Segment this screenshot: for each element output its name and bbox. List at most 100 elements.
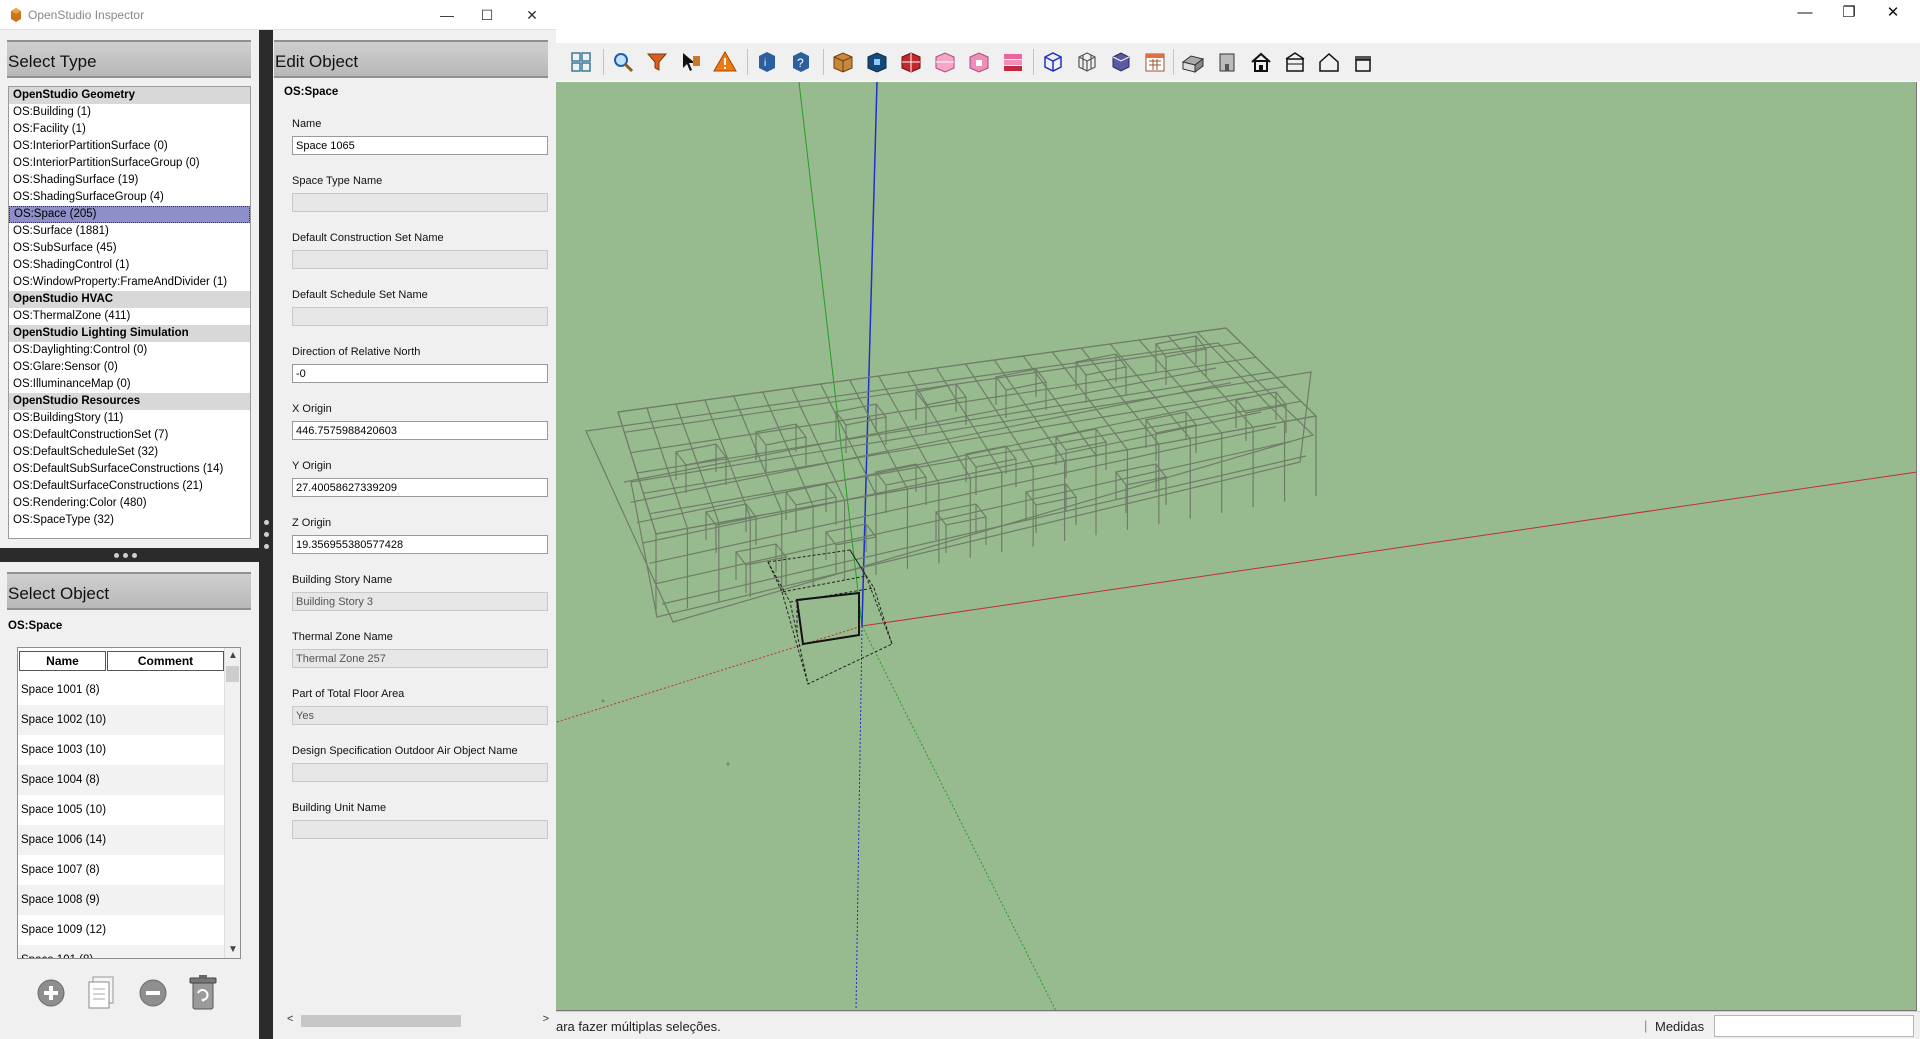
type-list-item[interactable]: OS:Building (1) <box>9 104 250 121</box>
type-list-item[interactable]: OS:InteriorPartitionSurface (0) <box>9 138 250 155</box>
field-input[interactable] <box>292 136 548 155</box>
grid-cube-button[interactable] <box>1072 47 1102 77</box>
type-list-item[interactable]: OS:Surface (1881) <box>9 223 250 240</box>
object-row[interactable]: Space 1001 (8) <box>18 675 225 705</box>
type-list-item[interactable]: OS:BuildingStory (11) <box>9 410 250 427</box>
field-input <box>292 250 548 269</box>
wireframe-cube-button[interactable] <box>1038 47 1068 77</box>
inspector-close-button[interactable]: ✕ <box>510 2 554 28</box>
host-minimize-button[interactable]: — <box>1782 0 1828 24</box>
field-input[interactable] <box>292 364 548 383</box>
field-input[interactable] <box>292 421 548 440</box>
inspector-titlebar: OpenStudio Inspector — ☐ ✕ <box>0 0 556 30</box>
filter-funnel-button[interactable] <box>642 47 672 77</box>
inspector-maximize-button[interactable]: ☐ <box>465 2 509 28</box>
guide-point <box>726 762 730 766</box>
pink-subsurface-button[interactable] <box>964 47 994 77</box>
object-row[interactable]: Space 101 (8) <box>18 945 225 958</box>
object-row[interactable]: Space 1004 (8) <box>18 765 225 795</box>
copy-object-button[interactable] <box>83 975 119 1011</box>
warning-triangle-button[interactable] <box>710 47 740 77</box>
select-pointer-button[interactable] <box>676 47 706 77</box>
model-scene[interactable] <box>556 82 1917 1011</box>
pink-stack-button[interactable] <box>998 47 1028 77</box>
remove-object-button[interactable] <box>135 975 171 1011</box>
type-list-item[interactable]: OS:DefaultSubSurfaceConstructions (14) <box>9 461 250 478</box>
type-list: OpenStudio Geometry OS:Building (1) OS:Fac… <box>8 86 251 539</box>
zoom-magnifier-button[interactable] <box>608 47 638 77</box>
render-cube-button[interactable] <box>1106 47 1136 77</box>
scrollbar-thumb[interactable] <box>301 1015 461 1027</box>
openstudio-info-button[interactable]: i <box>752 47 782 77</box>
object-row[interactable]: Space 1002 (10) <box>18 705 225 735</box>
house-front-button[interactable] <box>1212 47 1242 77</box>
type-list-item[interactable]: OS:ShadingSurface (19) <box>9 172 250 189</box>
toolbar-group1 <box>566 43 600 81</box>
inspector-minimize-button[interactable]: — <box>425 2 469 28</box>
column-header-comment[interactable]: Comment <box>107 651 224 671</box>
edit-panel-hscrollbar[interactable]: < > <box>287 1012 549 1030</box>
type-list-item[interactable]: OS:InteriorPartitionSurfaceGroup (0) <box>9 155 250 172</box>
scroll-right-arrow-icon[interactable]: > <box>543 1013 549 1025</box>
red-brick-surface-icon <box>901 52 921 73</box>
type-list-item[interactable]: OS:ThermalZone (411) <box>9 308 250 325</box>
field-label: Design Specification Outdoor Air Object … <box>292 745 518 757</box>
field-label: Space Type Name <box>292 175 383 187</box>
column-header-name[interactable]: Name <box>19 651 106 671</box>
type-list-item[interactable]: OS:Glare:Sensor (0) <box>9 359 250 376</box>
scroll-up-arrow-icon[interactable]: ▲ <box>225 648 240 664</box>
object-row[interactable]: Space 1007 (8) <box>18 855 225 885</box>
type-list-item[interactable]: OS:DefaultScheduleSet (32) <box>9 444 250 461</box>
house-outline-button[interactable] <box>1314 47 1344 77</box>
object-row[interactable]: Space 1005 (10) <box>18 795 225 825</box>
house-section-button[interactable] <box>1280 47 1310 77</box>
type-list-item[interactable]: OS:Space (205) <box>9 206 250 223</box>
type-list-item[interactable]: OS:SubSurface (45) <box>9 240 250 257</box>
scroll-left-arrow-icon[interactable]: < <box>287 1013 293 1025</box>
model-viewport[interactable] <box>556 82 1917 1011</box>
field-input[interactable] <box>292 478 548 497</box>
status-hint: ara fazer múltiplas seleções. <box>556 1019 721 1034</box>
field-input <box>292 307 548 326</box>
type-list-item[interactable]: OS:ShadingControl (1) <box>9 257 250 274</box>
outliner-grid-button[interactable] <box>566 47 596 77</box>
house-button[interactable] <box>1246 47 1276 77</box>
type-list-item[interactable]: OS:IlluminanceMap (0) <box>9 376 250 393</box>
house-iso-button[interactable] <box>1178 47 1208 77</box>
type-list-item[interactable]: OS:Facility (1) <box>9 121 250 138</box>
add-object-button[interactable] <box>33 975 69 1011</box>
object-row[interactable]: Space 1003 (10) <box>18 735 225 765</box>
host-close-button[interactable]: ✕ <box>1870 0 1916 24</box>
edit-object-panel: Edit Object OS:Space Name Space Type Name… <box>273 30 556 1039</box>
panel-splitter-vertical[interactable] <box>259 30 273 1039</box>
field-label: Name <box>292 118 322 130</box>
object-row[interactable]: Space 1009 (12) <box>18 915 225 945</box>
house-top-button[interactable] <box>1348 47 1378 77</box>
new-zone-button[interactable] <box>862 47 892 77</box>
type-list-item[interactable]: OS:Daylighting:Control (0) <box>9 342 250 359</box>
measure-input[interactable] <box>1714 1015 1914 1037</box>
host-restore-button[interactable]: ❐ <box>1826 0 1872 24</box>
type-list-item[interactable]: OS:DefaultSurfaceConstructions (21) <box>9 478 250 495</box>
scrollbar-thumb[interactable] <box>226 666 239 682</box>
object-type-label: OS:Space <box>8 620 63 632</box>
pink-shading-button[interactable] <box>930 47 960 77</box>
type-list-item[interactable]: OS:Rendering:Color (480) <box>9 495 250 512</box>
schedule-calendar-icon <box>1145 53 1165 72</box>
new-space-button[interactable] <box>828 47 858 77</box>
type-list-item[interactable]: OS:WindowProperty:FrameAndDivider (1) <box>9 274 250 291</box>
building-wireframe[interactable] <box>585 327 1318 623</box>
type-list-item[interactable]: OS:DefaultConstructionSet (7) <box>9 427 250 444</box>
type-list-item[interactable]: OS:ShadingSurfaceGroup (4) <box>9 189 250 206</box>
purge-objects-button[interactable] <box>185 975 221 1011</box>
panel-splitter-horizontal[interactable] <box>0 548 259 562</box>
object-row[interactable]: Space 1006 (14) <box>18 825 225 855</box>
openstudio-help-button[interactable]: ? <box>786 47 816 77</box>
type-list-item[interactable]: OS:SpaceType (32) <box>9 512 250 529</box>
schedule-calendar-button[interactable] <box>1140 47 1170 77</box>
field-input[interactable] <box>292 535 548 554</box>
object-row[interactable]: Space 1008 (9) <box>18 885 225 915</box>
red-brick-surface-button[interactable] <box>896 47 926 77</box>
scroll-down-arrow-icon[interactable]: ▼ <box>225 942 240 958</box>
object-table-scrollbar[interactable]: ▲ ▼ <box>224 648 240 958</box>
